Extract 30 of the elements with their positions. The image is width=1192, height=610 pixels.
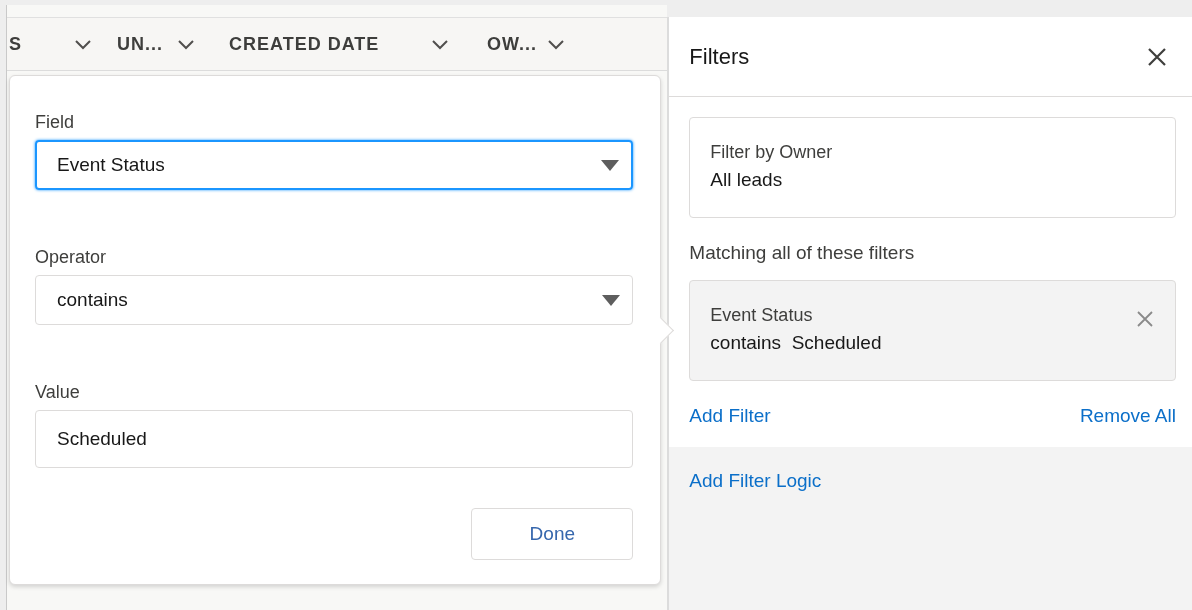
chevron-down-icon[interactable] <box>547 38 565 51</box>
field-label: Field <box>35 112 75 133</box>
chevron-down-icon[interactable] <box>431 38 450 51</box>
dropdown-arrow-icon[interactable] <box>601 159 620 171</box>
add-filter-logic-link[interactable]: Add Filter Logic <box>689 470 822 491</box>
matching-label: Matching all of these filters <box>689 242 916 264</box>
panel-title: Filters <box>689 43 750 70</box>
input-field[interactable]: Scheduled <box>35 410 634 468</box>
owner-filter-card[interactable]: Filter by Owner All leads <box>689 117 1176 218</box>
dropdown-arrow-icon[interactable] <box>602 294 621 306</box>
filter-card[interactable]: Event Status contains Scheduled <box>689 280 1176 381</box>
filter-condition: contains Scheduled <box>710 332 882 354</box>
column-header[interactable]: OW... <box>487 34 537 55</box>
chevron-down-icon[interactable] <box>177 38 195 51</box>
done-button[interactable]: Done <box>471 508 634 560</box>
owner-filter-label: Filter by Owner <box>710 142 834 163</box>
owner-filter-value: All leads <box>710 169 784 191</box>
dropdown-field[interactable]: Event Status <box>35 140 634 190</box>
field-label: Value <box>35 382 81 403</box>
dropdown-field[interactable]: contains <box>35 275 634 325</box>
remove-icon[interactable] <box>1137 311 1153 327</box>
field-label: Operator <box>35 247 108 268</box>
column-header[interactable]: CREATED DATE <box>229 34 380 55</box>
column-header[interactable]: S <box>9 34 22 55</box>
chevron-down-icon[interactable] <box>74 38 92 51</box>
column-header[interactable]: UN... <box>117 34 163 55</box>
add-filter-link[interactable]: Add Filter <box>689 405 771 427</box>
close-icon[interactable] <box>1147 46 1167 67</box>
remove-all-link[interactable]: Remove All <box>1079 405 1176 427</box>
filter-field: Event Status <box>710 305 882 326</box>
